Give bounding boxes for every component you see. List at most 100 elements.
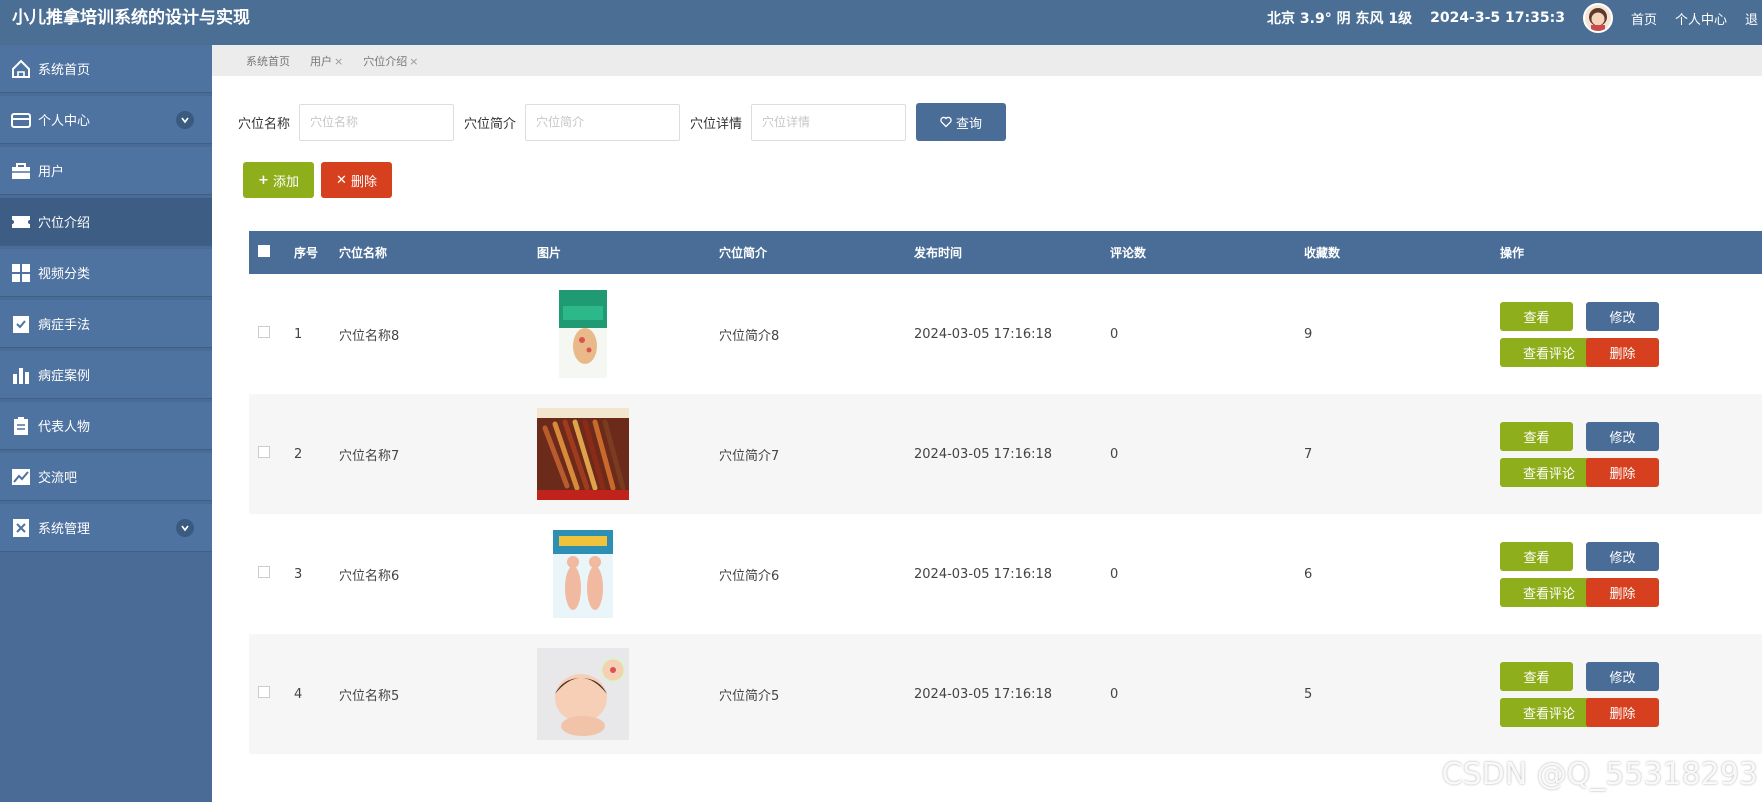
trend-icon [10, 466, 32, 488]
datetime-text: 2024-3-5 17:35:3 [1430, 10, 1565, 26]
sidebar-item-label: 代表人物 [38, 420, 91, 435]
breadcrumb-item-users[interactable]: 用户 × [310, 53, 343, 69]
intro-search-input[interactable] [525, 103, 681, 141]
wallet-icon [10, 109, 32, 131]
acupoint-thumbnail [537, 408, 629, 500]
toolbar: + 添加 ✕ 删除 [243, 162, 392, 198]
edit-button[interactable]: 修改 [1586, 421, 1659, 451]
chevron-down-icon[interactable] [176, 111, 194, 129]
cell-comments: 0 [1110, 326, 1119, 342]
row-actions: 查看 修改 查看评论 删除 [1500, 661, 1680, 727]
cell-time: 2024-03-05 17:16:18 [914, 686, 1053, 702]
close-icon[interactable]: × [334, 55, 343, 68]
row-checkbox[interactable] [258, 686, 270, 698]
view-button[interactable]: 查看 [1500, 661, 1573, 691]
plus-icon: + [258, 172, 269, 188]
col-header-time: 发布时间 [914, 246, 963, 260]
view-button[interactable]: 查看 [1500, 301, 1573, 331]
logout-link[interactable]: 退 [1745, 9, 1758, 28]
query-button-label: 查询 [956, 116, 983, 132]
detail-search-input[interactable] [751, 103, 907, 141]
sidebar-item-home[interactable]: 系统首页 [0, 45, 212, 93]
edit-button[interactable]: 修改 [1586, 301, 1659, 331]
edit-button[interactable]: 修改 [1586, 661, 1659, 691]
bar-chart-icon [10, 364, 32, 386]
sidebar-item-acupoints[interactable]: 穴位介绍 [0, 198, 212, 246]
delete-button[interactable]: 删除 [1586, 457, 1659, 487]
edit-button[interactable]: 修改 [1586, 541, 1659, 571]
delete-button[interactable]: 删除 [1586, 577, 1659, 607]
sidebar-item-cases[interactable]: 病症案例 [0, 351, 212, 399]
name-search-label: 穴位名称 [238, 116, 291, 132]
query-button[interactable]: 查询 [916, 103, 1007, 141]
sidebar-item-profile[interactable]: 个人中心 [0, 96, 212, 144]
add-button-label: 添加 [272, 174, 299, 190]
home-icon [10, 58, 32, 80]
row-actions: 查看 修改 查看评论 删除 [1500, 301, 1680, 367]
sidebar-item-system[interactable]: 系统管理 [0, 504, 212, 552]
breadcrumb-label: 穴位介绍 [363, 54, 408, 68]
table-row: 3 穴位名称6 穴位简介6 2024-03-05 17:16:18 0 6 查看… [249, 514, 1762, 634]
batch-delete-button[interactable]: ✕ 删除 [321, 162, 392, 198]
cell-time: 2024-03-05 17:16:18 [914, 446, 1053, 462]
briefcase-icon [10, 160, 32, 182]
select-all-checkbox[interactable] [258, 245, 270, 257]
search-form: 穴位名称 穴位简介 穴位详情 查询 [238, 103, 1007, 141]
cell-index: 4 [294, 686, 303, 702]
cell-comments: 0 [1110, 446, 1119, 462]
view-button[interactable]: 查看 [1500, 541, 1573, 571]
sidebar-item-label: 个人中心 [38, 114, 91, 129]
view-comments-button[interactable]: 查看评论 [1500, 577, 1598, 607]
row-checkbox[interactable] [258, 446, 270, 458]
delete-button-label: 删除 [350, 174, 377, 190]
check-clipboard-icon [10, 313, 32, 335]
sidebar-item-label: 视频分类 [38, 267, 91, 282]
breadcrumb: 系统首页 用户 × 穴位介绍 × [212, 45, 1762, 76]
sidebar-item-techniques[interactable]: 病症手法 [0, 300, 212, 348]
profile-link[interactable]: 个人中心 [1675, 9, 1727, 28]
watermark-text: CSDN @Q_55318293 [1441, 757, 1758, 792]
sidebar-item-label: 系统首页 [38, 63, 91, 78]
col-header-intro: 穴位简介 [719, 246, 768, 260]
user-avatar[interactable] [1582, 3, 1613, 33]
row-actions: 查看 修改 查看评论 删除 [1500, 421, 1680, 487]
header-right: 北京 3.9° 阴 东风 1级 2024-3-5 17:35:3 首页 个人中心… [1267, 0, 1762, 36]
sidebar-item-users[interactable]: 用户 [0, 147, 212, 195]
chevron-down-icon[interactable] [176, 519, 194, 537]
add-button[interactable]: + 添加 [243, 162, 314, 198]
cell-comments: 0 [1110, 686, 1119, 702]
name-search-input[interactable] [299, 103, 455, 141]
weather-text: 北京 3.9° 阴 东风 1级 [1267, 11, 1413, 27]
row-checkbox[interactable] [258, 326, 270, 338]
cell-index: 2 [294, 446, 303, 462]
sidebar-item-forum[interactable]: 交流吧 [0, 453, 212, 501]
breadcrumb-label: 用户 [310, 54, 332, 68]
row-actions: 查看 修改 查看评论 删除 [1500, 541, 1680, 607]
detail-search-label: 穴位详情 [690, 116, 743, 132]
view-comments-button[interactable]: 查看评论 [1500, 457, 1598, 487]
sidebar-item-video-category[interactable]: 视频分类 [0, 249, 212, 297]
cell-time: 2024-03-05 17:16:18 [914, 326, 1053, 342]
delete-button[interactable]: 删除 [1586, 337, 1659, 367]
cell-name: 穴位名称6 [339, 568, 400, 584]
table-row: 2 穴位名称7 穴位简介7 2024-03-05 17:16:18 0 7 查看… [249, 394, 1762, 514]
breadcrumb-item-acupoints[interactable]: 穴位介绍 × [363, 53, 418, 69]
view-comments-button[interactable]: 查看评论 [1500, 337, 1598, 367]
app-title: 小儿推拿培训系统的设计与实现 [12, 8, 250, 28]
sidebar-item-figures[interactable]: 代表人物 [0, 402, 212, 450]
cell-favorites: 6 [1304, 566, 1313, 582]
delete-button[interactable]: 删除 [1586, 697, 1659, 727]
sidebar: 系统首页 个人中心 用户 穴位介绍 视频分类 病症手法 病症案例 代表人物 交流… [0, 45, 212, 802]
x-doc-icon [10, 517, 32, 539]
close-icon[interactable]: × [409, 55, 418, 68]
home-link[interactable]: 首页 [1631, 9, 1657, 28]
intro-search-label: 穴位简介 [464, 116, 517, 132]
view-button[interactable]: 查看 [1500, 421, 1573, 451]
close-icon: ✕ [336, 172, 347, 188]
cell-intro: 穴位简介8 [719, 328, 780, 344]
col-header-ops: 操作 [1500, 246, 1525, 260]
table-header-row: 序号 穴位名称 图片 穴位简介 发布时间 评论数 收藏数 操作 [249, 231, 1762, 274]
row-checkbox[interactable] [258, 566, 270, 578]
view-comments-button[interactable]: 查看评论 [1500, 697, 1598, 727]
breadcrumb-item-home[interactable]: 系统首页 [246, 53, 290, 69]
